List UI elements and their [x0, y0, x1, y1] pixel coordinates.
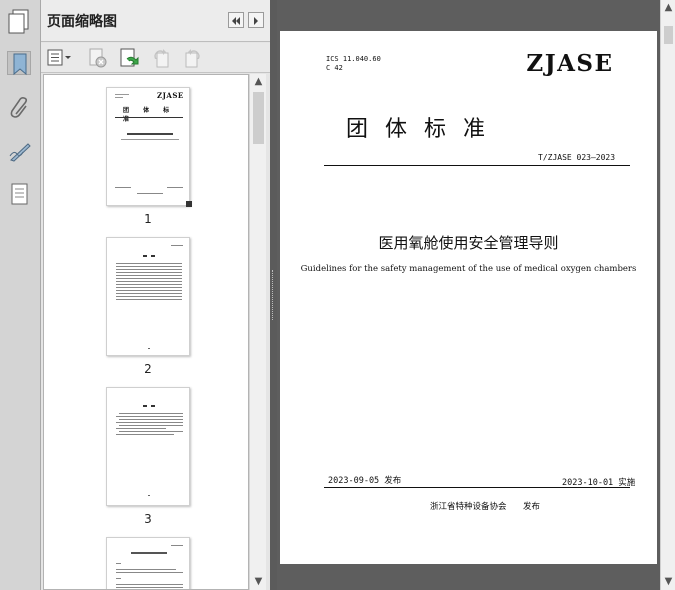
scroll-up-icon[interactable]: ▲: [661, 0, 675, 16]
publish-label: 发布: [523, 502, 541, 512]
title-english: Guidelines for the safety management of …: [300, 264, 637, 274]
thumbnail-logo: ZJASE: [157, 91, 184, 100]
thumbnail-page-number: 1: [144, 212, 152, 226]
publish-date: 2023-09-05 发布: [328, 476, 402, 486]
insert-page-icon[interactable]: [118, 47, 140, 69]
title-chinese: 医用氧舱使用安全管理导则: [378, 234, 559, 252]
header-rule: [324, 165, 630, 166]
rotate-cw-icon[interactable]: [182, 47, 204, 69]
ics-code: ICS 11.040.60: [326, 55, 381, 63]
thumbnail-page-number: 2: [144, 362, 152, 376]
scrollbar-thumb[interactable]: [664, 26, 673, 44]
layers-icon[interactable]: [7, 181, 31, 205]
thumbnail-page-3[interactable]: [106, 387, 190, 506]
document-scrollbar[interactable]: ▲ ▼: [660, 0, 675, 590]
page-thumbnails-panel: 页面缩略图 ZJASE 团 体 标 准 1 2 3 ▲ ▼: [41, 0, 270, 590]
thumbnail-toolbar: [41, 43, 270, 73]
next-page-icon[interactable]: [248, 12, 264, 28]
standard-number: T/ZJASE 023—2023: [538, 153, 616, 162]
standard-type: 团 体 标 准: [346, 117, 486, 142]
zjase-logo: ZJASE: [508, 51, 632, 77]
delete-page-icon[interactable]: [86, 47, 108, 69]
thumbnail-page-1[interactable]: ZJASE 团 体 标 准: [106, 87, 192, 207]
splitter-grip-icon[interactable]: [272, 270, 275, 320]
publisher: 浙江省特种设备协会: [430, 502, 507, 512]
thumbnail-page-number: 3: [144, 512, 152, 526]
footer-rule: [324, 487, 630, 488]
thumbnail-page-2[interactable]: [106, 237, 190, 356]
bookmark-icon[interactable]: [7, 51, 31, 76]
signature-icon[interactable]: [7, 139, 31, 163]
document-page: ICS 11.040.60 C 42 ZJASE 团 体 标 准 T/ZJASE…: [280, 31, 657, 564]
panel-header: 页面缩略图: [41, 0, 270, 42]
scrollbar-thumb[interactable]: [253, 92, 264, 144]
pages-icon[interactable]: [7, 9, 31, 39]
thumbnail-page-4[interactable]: [106, 537, 190, 589]
navigation-toolbar: [0, 0, 41, 590]
attachment-icon[interactable]: [7, 95, 31, 119]
document-view[interactable]: ICS 11.040.60 C 42 ZJASE 团 体 标 准 T/ZJASE…: [277, 0, 660, 590]
options-icon[interactable]: [46, 47, 74, 69]
thumbnail-list[interactable]: ZJASE 团 体 标 准 1 2 3: [43, 74, 249, 590]
scroll-up-icon[interactable]: ▲: [250, 74, 267, 90]
panel-splitter[interactable]: [270, 0, 277, 590]
scroll-down-icon[interactable]: ▼: [661, 574, 675, 590]
thumbnail-standard-type: 团 体 标 准: [123, 107, 176, 123]
rotate-ccw-icon[interactable]: [150, 47, 172, 69]
thumbnail-scrollbar[interactable]: ▲ ▼: [249, 74, 266, 590]
ccs-code: C 42: [326, 64, 343, 72]
first-page-icon[interactable]: [228, 12, 244, 28]
scroll-down-icon[interactable]: ▼: [250, 574, 267, 590]
panel-title: 页面缩略图: [47, 14, 117, 30]
